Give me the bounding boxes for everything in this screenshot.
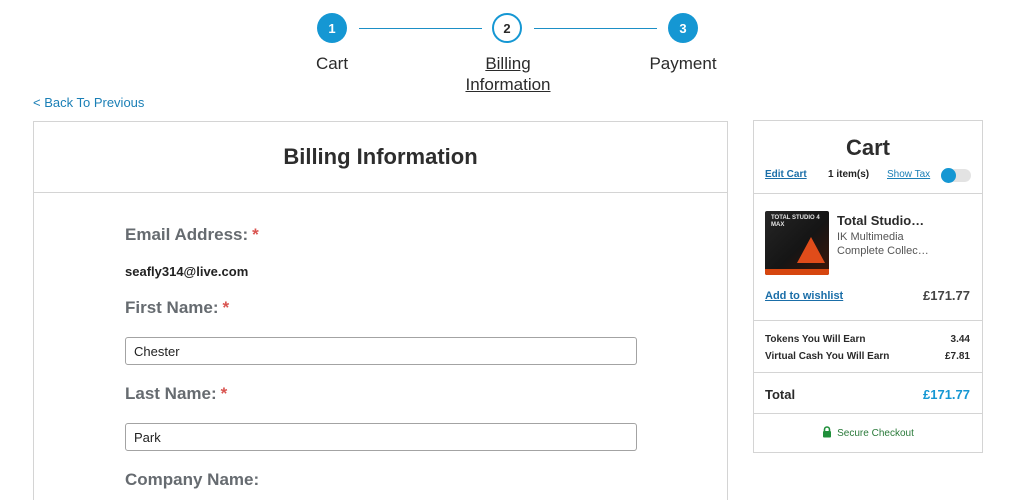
cart-panel: Cart Edit Cart 1 item(s) Show Tax TOTAL …: [753, 120, 983, 453]
step-1-circle[interactable]: 1: [317, 13, 347, 43]
company-name-label: Company Name:: [125, 470, 260, 489]
product-image-bar: [765, 269, 829, 275]
total-value: £171.77: [923, 387, 970, 402]
last-name-input[interactable]: [125, 423, 637, 451]
product-image[interactable]: TOTAL STUDIO 4 MAX: [765, 211, 829, 275]
email-label-text: Email Address:: [125, 225, 249, 244]
step-connector: [359, 28, 482, 29]
step-2-circle: 2: [492, 13, 522, 43]
email-value: seafly314@live.com: [125, 264, 249, 279]
back-to-previous-link[interactable]: < Back To Previous: [33, 95, 144, 110]
product-brand: IK Multimedia: [837, 231, 904, 243]
product-image-graphic: [797, 237, 825, 263]
step-2-label-line1: Billing: [485, 54, 531, 73]
add-to-wishlist-link[interactable]: Add to wishlist: [765, 290, 843, 302]
required-marker: *: [252, 225, 259, 244]
cart-divider: [754, 372, 982, 373]
product-image-text: TOTAL STUDIO 4 MAX: [771, 215, 820, 228]
virtual-cash-value: £7.81: [944, 351, 970, 362]
secure-checkout-label: Secure Checkout: [837, 428, 914, 439]
product-description: Complete Collec…: [837, 245, 929, 257]
toggle-knob: [941, 168, 956, 183]
last-name-label-text: Last Name:: [125, 384, 217, 403]
step-3-circle: 3: [668, 13, 698, 43]
step-1-label[interactable]: Cart: [302, 53, 362, 74]
edit-cart-link[interactable]: Edit Cart: [765, 169, 807, 180]
required-marker: *: [222, 298, 230, 317]
required-marker: *: [220, 384, 228, 403]
first-name-label-text: First Name:: [125, 298, 219, 317]
item-price: £171.77: [923, 288, 970, 303]
email-label: Email Address: *: [125, 225, 259, 245]
tokens-value: 3.44: [950, 334, 970, 345]
lock-icon: [822, 426, 832, 441]
step-2-label-line2: Information: [465, 75, 551, 94]
cart-divider: [754, 413, 982, 414]
step-2-label: Billing Information: [453, 53, 563, 95]
show-tax-toggle[interactable]: [941, 168, 971, 183]
show-tax-link[interactable]: Show Tax: [887, 169, 930, 180]
billing-title: Billing Information: [283, 144, 478, 169]
secure-checkout: Secure Checkout: [754, 426, 982, 441]
item-count: 1 item(s): [828, 169, 870, 180]
billing-panel: Billing Information Email Address: * seaf…: [33, 121, 728, 500]
total-label: Total: [765, 387, 796, 402]
last-name-label: Last Name: *: [125, 384, 227, 404]
cart-divider: [754, 193, 982, 194]
step-3-label: Payment: [649, 54, 717, 73]
product-name[interactable]: Total Studio…: [837, 213, 924, 228]
tokens-label: Tokens You Will Earn: [765, 334, 866, 345]
first-name-input[interactable]: [125, 337, 637, 365]
cart-divider: [754, 320, 982, 321]
billing-header: Billing Information: [34, 122, 727, 193]
cart-title: Cart: [845, 135, 890, 160]
step-connector: [534, 28, 657, 29]
first-name-label: First Name: *: [125, 298, 229, 318]
checkout-stepper: 1 Cart 2 Billing Information 3 Payment: [0, 0, 1022, 100]
virtual-cash-label: Virtual Cash You Will Earn: [765, 351, 890, 362]
